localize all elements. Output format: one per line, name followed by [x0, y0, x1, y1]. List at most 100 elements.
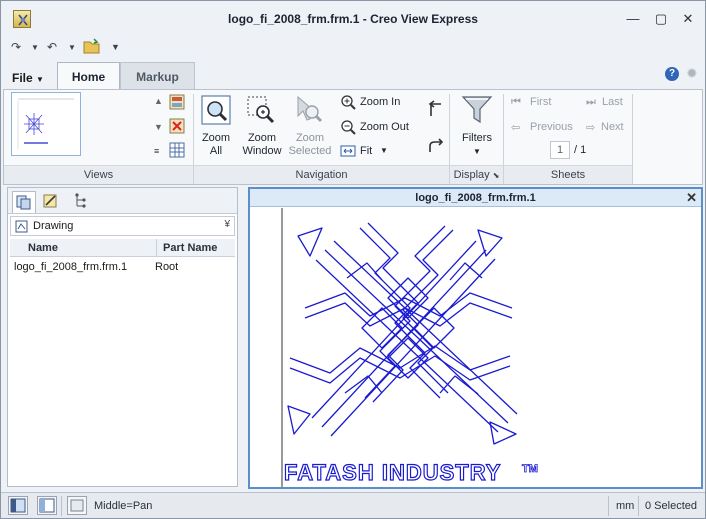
last-sheet-icon: ⏭ — [586, 96, 596, 108]
viewer-window: logo_fi_2008_frm.frm.1 ✕ FATASH INDUSTRY… — [248, 187, 703, 489]
help-icon[interactable]: ? — [665, 67, 679, 81]
drawing-icon — [15, 220, 28, 233]
divider — [156, 239, 157, 257]
drawing-canvas[interactable]: FATASH INDUSTRY TM — [250, 208, 701, 487]
quick-access-toolbar: ↷ ▼ ↶ ▼ ▼ — [1, 37, 705, 59]
close-button[interactable]: ✕ — [678, 11, 698, 27]
tab-home[interactable]: Home — [57, 62, 120, 89]
tab-structure[interactable] — [12, 191, 36, 213]
rotate-right-icon[interactable] — [426, 134, 446, 154]
display-launcher-icon[interactable]: ⬊ — [493, 171, 500, 180]
undo-icon[interactable]: ↶ — [47, 40, 57, 54]
selection-count: 0 Selected — [645, 500, 697, 512]
column-name[interactable]: Name — [28, 242, 58, 254]
column-part-name[interactable]: Part Name — [163, 242, 217, 254]
zoom-selected-label-1: Zoom — [295, 132, 325, 144]
scroll-up-icon[interactable]: ▲ — [154, 96, 170, 112]
tab-markups[interactable] — [40, 191, 64, 213]
mouse-hint: Middle=Pan — [94, 500, 153, 512]
page-number-input[interactable]: 1 — [550, 141, 570, 159]
chevron-down-icon: ¥ — [224, 219, 230, 230]
zoom-all-icon[interactable] — [201, 94, 231, 126]
ribbon-tab-row: File ▼ Home Markup ? ✹ — [1, 59, 705, 89]
filters-button[interactable]: Filters ▼ — [456, 132, 498, 158]
zoom-window-label-2: Window — [242, 145, 282, 157]
gear-icon[interactable]: ✹ — [686, 66, 701, 81]
structure-panel: Drawing ¥ Name Part Name logo_fi_2008_fr… — [7, 187, 238, 487]
grid-view-icon[interactable] — [169, 142, 185, 158]
zoom-out-icon[interactable] — [340, 119, 356, 135]
filters-icon[interactable] — [460, 94, 494, 126]
ribbon: ▲ ▼ ≡ Views Zoom All Zoom Window Zoom Se… — [3, 89, 703, 185]
undo-dropdown-icon[interactable]: ▼ — [68, 43, 76, 52]
first-sheet-button: First — [530, 96, 552, 108]
maximize-button[interactable]: ▢ — [651, 11, 671, 27]
scroll-down-icon[interactable]: ▼ — [154, 122, 170, 138]
fit-icon[interactable] — [340, 143, 356, 159]
rotate-left-icon[interactable] — [426, 98, 446, 118]
title-bar: logo_fi_2008_frm.frm.1 - Creo View Expre… — [1, 1, 705, 37]
next-sheet-button: Next — [601, 121, 624, 133]
status-bar: Middle=Pan mm 0 Selected — [1, 492, 705, 518]
divider — [638, 496, 639, 516]
tree-icon — [75, 193, 86, 208]
zoom-in-icon[interactable] — [340, 94, 356, 110]
viewer-close-icon[interactable]: ✕ — [686, 190, 697, 206]
fit-dropdown-icon[interactable]: ▼ — [380, 146, 388, 155]
trademark-text: TM — [522, 463, 538, 475]
divider — [608, 496, 609, 516]
logo-text: FATASH INDUSTRY — [284, 460, 501, 485]
open-folder-icon[interactable] — [83, 38, 101, 57]
display-label-text: Display — [453, 169, 490, 181]
structure-icon — [16, 195, 31, 210]
tab-markup[interactable]: Markup — [120, 62, 195, 89]
fit-button[interactable]: Fit — [360, 145, 372, 157]
more-views-icon[interactable]: ≡ — [154, 146, 170, 162]
zoom-all-button[interactable]: Zoom All — [197, 132, 235, 158]
row-part-name: Root — [155, 261, 179, 273]
file-tab-label: File — [12, 71, 33, 85]
view-manager-icon[interactable] — [169, 94, 185, 110]
zoom-all-label-2: All — [209, 145, 223, 157]
zoom-selected-label-2: Selected — [288, 145, 332, 157]
redo-dropdown-icon[interactable]: ▼ — [31, 43, 39, 52]
sheets-group-label: Sheets — [504, 165, 632, 184]
previous-sheet-button: Previous — [530, 121, 573, 133]
zoom-selected-icon — [294, 94, 326, 126]
zoom-in-button[interactable]: Zoom In — [360, 96, 400, 108]
markup-pencil-icon — [43, 194, 57, 208]
next-arrow-icon: ⇨ — [586, 122, 596, 134]
page-total: / 1 — [574, 144, 587, 156]
panel-tabs — [8, 188, 237, 214]
redo-icon[interactable]: ↷ — [11, 40, 21, 54]
viewer-header: logo_fi_2008_frm.frm.1 ✕ — [250, 189, 701, 207]
tree-header: Name Part Name — [10, 239, 235, 257]
selection-mode-icon[interactable] — [67, 496, 87, 515]
zoom-window-button[interactable]: Zoom Window — [239, 132, 285, 158]
zoom-all-label-1: Zoom — [201, 132, 231, 144]
file-menu[interactable]: File ▼ — [7, 67, 49, 89]
delete-view-icon[interactable] — [169, 118, 185, 134]
file-chevron-icon: ▼ — [36, 75, 44, 84]
logo-drawing: FATASH INDUSTRY TM — [281, 208, 538, 487]
divider — [61, 496, 62, 516]
views-group-label: Views — [4, 165, 193, 184]
minimize-button[interactable]: — — [623, 11, 643, 27]
navigation-group-label: Navigation — [194, 165, 449, 184]
dropdown-value: Drawing — [33, 220, 74, 232]
tab-tree[interactable] — [70, 191, 94, 213]
view-thumbnail[interactable] — [11, 92, 81, 156]
last-sheet-button: Last — [602, 96, 623, 108]
previous-arrow-icon: ⇦ — [511, 122, 521, 134]
layout-single-icon[interactable] — [8, 496, 28, 515]
type-dropdown[interactable]: Drawing ¥ — [10, 216, 235, 236]
units-indicator: mm — [616, 500, 635, 512]
tree-row[interactable]: logo_fi_2008_frm.frm.1 Root — [10, 260, 235, 276]
divider — [632, 94, 633, 184]
window-title: logo_fi_2008_frm.frm.1 - Creo View Expre… — [228, 12, 478, 26]
zoom-out-button[interactable]: Zoom Out — [360, 121, 409, 133]
app-window: logo_fi_2008_frm.frm.1 - Creo View Expre… — [0, 0, 706, 519]
zoom-window-icon[interactable] — [246, 94, 278, 126]
customize-toolbar-icon[interactable]: ▼ — [111, 42, 120, 52]
layout-split-icon[interactable] — [37, 496, 57, 515]
